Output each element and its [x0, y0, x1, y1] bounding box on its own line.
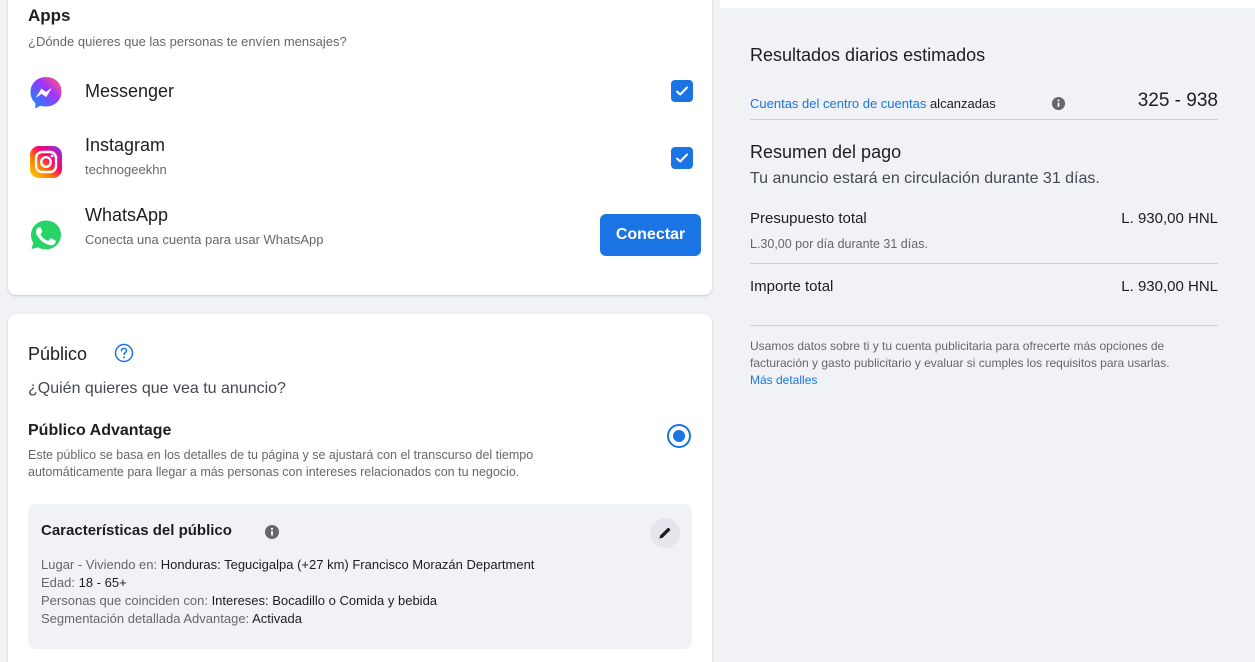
results-title: Resultados diarios estimados — [750, 45, 986, 65]
total-value: L. 930,00 HNL — [1121, 278, 1218, 295]
advantage-title: Público Advantage — [28, 422, 172, 439]
results-range: 325 - 938 — [1137, 90, 1218, 111]
characteristic-age: Edad: 18 - 65+ — [41, 575, 127, 590]
top-bar — [720, 0, 1255, 8]
characteristics-list: Lugar - Viviendo en: Honduras: Tegucigal… — [41, 556, 534, 628]
info-icon[interactable] — [264, 524, 280, 540]
whatsapp-icon — [31, 220, 61, 250]
audience-characteristics: Características del público Lugar - Vivi… — [28, 504, 692, 649]
messenger-checkbox[interactable] — [671, 80, 693, 102]
connect-whatsapp-button[interactable]: Conectar — [600, 214, 701, 256]
advantage-description: Este público se basa en los detalles de … — [28, 448, 534, 479]
budget-value: L. 930,00 HNL — [1121, 210, 1218, 227]
edit-audience-button[interactable] — [650, 518, 680, 548]
summary-panel: Resultados diarios estimados Cuentas del… — [720, 0, 1255, 662]
characteristic-interests: Personas que coinciden con: Intereses: B… — [41, 593, 438, 608]
app-name: Instagram — [85, 135, 166, 155]
apps-title: Apps — [28, 6, 71, 25]
total-label: Importe total — [750, 278, 834, 295]
characteristic-location: Lugar - Viviendo en: Honduras: Tegucigal… — [41, 557, 535, 572]
public-card: Público ¿Quién quieres que vea tu anunci… — [8, 314, 712, 662]
messenger-icon — [30, 77, 62, 109]
budget-row: Presupuesto total L.30,00 por día durant… — [750, 200, 1218, 264]
budget-detail: L.30,00 por día durante 31 días. — [750, 237, 928, 251]
characteristics-title: Características del público — [41, 522, 232, 539]
budget-label: Presupuesto total — [750, 210, 867, 227]
accounts-center-link[interactable]: Cuentas del centro de cuentas — [750, 96, 926, 111]
total-row: Importe total L. 930,00 HNL — [750, 264, 1218, 326]
app-row-messenger: Messenger — [28, 74, 693, 124]
info-icon[interactable] — [1051, 96, 1066, 111]
public-question: ¿Quién quieres que vea tu anuncio? — [28, 380, 286, 397]
help-icon[interactable] — [114, 343, 134, 363]
app-row-instagram: Instagram technogeekhn — [28, 135, 693, 192]
characteristic-advantage: Segmentación detallada Advantage: Activa… — [41, 611, 302, 626]
check-icon — [676, 153, 688, 163]
advantage-radio[interactable] — [667, 424, 691, 448]
results-row: Cuentas del centro de cuentas alcanzadas… — [750, 84, 1218, 120]
apps-subtitle: ¿Dónde quieres que las personas te envíe… — [28, 34, 347, 49]
app-row-whatsapp: WhatsApp Conecta una cuenta para usar Wh… — [28, 205, 701, 260]
billing-disclaimer: Usamos datos sobre ti y tu cuenta public… — [750, 339, 1170, 387]
app-name: Messenger — [85, 81, 175, 101]
accounts-reached-label: Cuentas del centro de cuentas alcanzadas — [750, 96, 996, 111]
public-title: Público — [28, 344, 88, 364]
payment-subtitle: Tu anuncio estará en circulación durante… — [750, 170, 1100, 187]
pencil-icon — [659, 527, 671, 539]
check-icon — [676, 86, 688, 96]
app-name: WhatsApp — [85, 205, 169, 225]
payment-title: Resumen del pago — [750, 142, 902, 162]
more-details-link[interactable]: Más detalles — [750, 373, 817, 387]
instagram-icon — [30, 146, 62, 178]
app-hint: Conecta una cuenta para usar WhatsApp — [85, 232, 324, 247]
instagram-checkbox[interactable] — [671, 147, 693, 169]
app-username: technogeekhn — [85, 162, 167, 177]
apps-card: Apps ¿Dónde quieres que las personas te … — [8, 0, 712, 295]
left-column: Apps ¿Dónde quieres que las personas te … — [0, 0, 720, 662]
